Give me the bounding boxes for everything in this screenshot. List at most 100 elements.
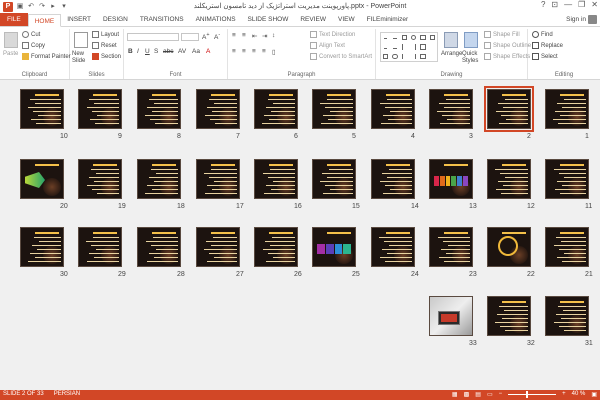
slide-thumbnail[interactable] (545, 89, 589, 129)
font-name-box[interactable] (127, 33, 179, 41)
arrange-button[interactable]: Arrange (441, 51, 462, 57)
customize-icon[interactable]: ▾ (60, 3, 68, 11)
zoom-slider[interactable] (508, 390, 557, 398)
change-case-icon[interactable]: Aa (192, 48, 200, 55)
powerpoint-app-icon[interactable]: P (3, 1, 13, 12)
slide-thumbnail[interactable] (78, 227, 122, 267)
reset-button[interactable]: Reset (92, 42, 117, 49)
slide-sorter-view-icon[interactable]: ▩ (464, 391, 470, 398)
more-shapes-icon[interactable] (430, 44, 435, 49)
slide-thumbnail[interactable] (254, 159, 298, 199)
close-icon[interactable]: ✕ (591, 0, 598, 9)
slide-thumbnail[interactable] (484, 86, 534, 132)
rectangle-shape-icon[interactable] (420, 35, 426, 41)
line-shape-icon[interactable] (393, 36, 397, 40)
justify-icon[interactable]: ≡ (262, 48, 266, 55)
slide-count-status[interactable]: SLIDE 2 OF 33 (3, 391, 44, 397)
numbering-icon[interactable]: ≡ (242, 32, 246, 39)
ribbon-display-icon[interactable]: ⊡ (551, 0, 558, 9)
slide-thumbnail[interactable] (254, 227, 298, 267)
copy-button[interactable]: Copy (22, 42, 45, 49)
line-spacing-icon[interactable]: ↕ (272, 32, 275, 39)
convert-smartart-button[interactable]: Convert to SmartArt (310, 53, 372, 60)
restore-icon[interactable]: ❐ (578, 0, 585, 9)
slide-thumbnail[interactable] (312, 89, 356, 129)
text-direction-button[interactable]: Text Direction (310, 31, 355, 38)
quick-styles-button[interactable]: Quick Styles (462, 51, 480, 65)
slide-thumbnail[interactable] (487, 296, 531, 336)
italic-icon[interactable]: I (137, 48, 139, 55)
slide-thumbnail[interactable] (545, 227, 589, 267)
tab-file[interactable]: FILE (0, 13, 28, 26)
slide-thumbnail[interactable] (371, 159, 415, 199)
strikethrough-icon[interactable]: abc (163, 48, 173, 55)
slide-thumbnail[interactable] (545, 296, 589, 336)
slide-thumbnail[interactable] (137, 227, 181, 267)
layout-button[interactable]: Layout (92, 31, 119, 38)
tab-home[interactable]: HOME (27, 14, 62, 27)
tab-fileminimizer[interactable]: FILEminimizer (361, 13, 415, 26)
slide-thumbnail[interactable] (429, 227, 473, 267)
slide-thumbnail[interactable] (429, 89, 473, 129)
align-right-icon[interactable]: ≡ (252, 48, 256, 55)
slide-thumbnail[interactable] (20, 89, 64, 129)
select-button[interactable]: Select (532, 53, 558, 60)
sign-in-link[interactable]: Sign in (566, 16, 586, 23)
redo-icon[interactable]: ↷ (38, 3, 46, 11)
slide-thumbnail[interactable] (137, 89, 181, 129)
tab-slide-show[interactable]: SLIDE SHOW (242, 13, 295, 26)
rectangle-shape-icon[interactable] (383, 53, 389, 59)
save-icon[interactable]: ▣ (16, 3, 24, 11)
format-painter-button[interactable]: Format Painter (22, 53, 71, 60)
slide-thumbnail[interactable] (371, 227, 415, 267)
reading-view-icon[interactable]: ▤ (475, 391, 481, 398)
more-shapes-icon[interactable] (430, 54, 435, 59)
find-button[interactable]: Find (532, 31, 553, 38)
replace-button[interactable]: Replace (532, 42, 563, 49)
language-status[interactable]: PERSIAN (54, 391, 80, 397)
slide-thumbnail[interactable] (312, 159, 356, 199)
line-shape-icon[interactable] (384, 36, 388, 40)
star-shape-icon[interactable] (420, 44, 426, 50)
slide-thumbnail[interactable] (78, 89, 122, 129)
help-icon[interactable]: ? (541, 0, 545, 9)
tab-transitions[interactable]: TRANSITIONS (134, 13, 190, 26)
bullets-icon[interactable]: ≡ (232, 32, 236, 39)
shadow-icon[interactable]: S (154, 48, 158, 55)
align-center-icon[interactable]: ≡ (242, 48, 246, 55)
arrange-icon[interactable] (444, 32, 458, 48)
quick-styles-icon[interactable] (464, 32, 478, 48)
paste-button[interactable]: Paste (3, 51, 18, 57)
shrink-font-icon[interactable]: A- (214, 32, 220, 41)
slide-thumbnail[interactable] (196, 159, 240, 199)
brace-shape-icon[interactable] (411, 44, 417, 50)
align-left-icon[interactable]: ≡ (232, 48, 236, 55)
slide-sorter-view[interactable]: 1 2 3 4 5 6 7 8 9 10 11 12 13 14 15 16 17 18 19 20 21 22 23 24 2… (0, 80, 600, 390)
brace-shape-icon[interactable] (411, 53, 417, 59)
rectangle-shape-icon[interactable] (401, 35, 407, 41)
star-shape-icon[interactable] (420, 53, 426, 59)
fit-to-window-icon[interactable]: ▣ (591, 391, 597, 398)
char-spacing-icon[interactable]: AV (178, 48, 186, 55)
slide-thumbnail[interactable] (487, 159, 531, 199)
brace-shape-icon[interactable] (401, 44, 407, 50)
present-icon[interactable]: ▸ (49, 3, 57, 11)
oval-shape-icon[interactable] (410, 35, 417, 41)
zoom-level[interactable]: 40 % (572, 391, 586, 397)
shapes-gallery[interactable] (380, 32, 438, 62)
arrow-shape-icon[interactable] (393, 45, 397, 49)
tab-animations[interactable]: ANIMATIONS (190, 13, 242, 26)
decrease-indent-icon[interactable]: ⇤ (252, 32, 257, 40)
new-slide-icon[interactable] (74, 32, 88, 48)
minimize-icon[interactable]: — (564, 0, 572, 9)
slide-thumbnail[interactable] (78, 159, 122, 199)
tab-design[interactable]: DESIGN (97, 13, 134, 26)
zoom-out-icon[interactable]: − (499, 391, 503, 397)
slide-thumbnail[interactable] (20, 159, 64, 199)
oval-shape-icon[interactable] (392, 53, 398, 59)
zoom-slider-thumb[interactable] (526, 390, 529, 398)
slideshow-view-icon[interactable]: ▭ (487, 391, 493, 398)
bold-icon[interactable]: B (128, 48, 133, 55)
slide-thumbnail[interactable] (312, 227, 356, 267)
shape-effects-button[interactable]: Shape Effects (484, 53, 530, 60)
